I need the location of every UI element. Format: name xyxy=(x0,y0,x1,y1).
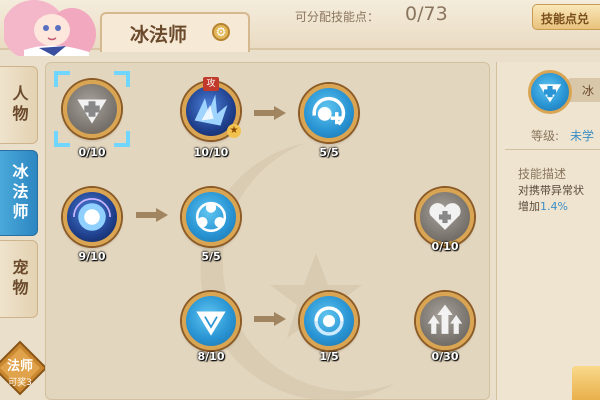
arrow-right-icon xyxy=(254,312,286,326)
triple-arrow-up-icon xyxy=(427,304,463,334)
skill-description-line: 对携带异常状 xyxy=(518,184,584,197)
skill-count: 0/30 xyxy=(431,350,459,363)
skill-description-prefix: 增加 xyxy=(518,200,540,213)
skill-points-exchange-button[interactable]: 技能点兑 xyxy=(532,4,600,30)
skill-level-label: 等级: xyxy=(531,129,560,143)
whirl-orb-icon xyxy=(314,306,344,336)
ice-shield-icon xyxy=(196,311,226,336)
skill-count: 0/10 xyxy=(431,240,459,253)
skill-count: 8/10 xyxy=(197,350,225,363)
skill-node-orb-cluster[interactable] xyxy=(182,188,240,246)
tab-pet-label: 宠物 xyxy=(9,259,29,299)
selected-skill-icon xyxy=(528,70,572,114)
skill-node-whirl-orb[interactable] xyxy=(300,292,358,350)
divider xyxy=(505,149,600,150)
skill-node-ice-shield[interactable] xyxy=(182,292,240,350)
star-badge-icon: ★ xyxy=(227,124,241,138)
skill-node-triple-arrow[interactable] xyxy=(416,292,474,350)
arrow-right-icon xyxy=(254,106,286,120)
tab-pet[interactable]: 宠物 xyxy=(0,240,38,318)
skill-count: 9/10 xyxy=(78,250,106,263)
class-name: 冰法师 xyxy=(130,24,188,46)
skill-count: 5/5 xyxy=(319,146,339,159)
skill-node-orbit[interactable] xyxy=(300,84,358,142)
skill-count: 0/10 xyxy=(78,146,106,159)
skill-node-heal-shield[interactable] xyxy=(63,80,121,138)
skill-level-value: 未学 xyxy=(570,129,595,143)
tab-character-label: 人物 xyxy=(9,85,29,125)
orbit-plus-icon xyxy=(312,96,346,126)
skill-node-energy-orb[interactable] xyxy=(63,188,121,246)
orb-cluster-icon xyxy=(195,201,227,233)
skill-count: 5/5 xyxy=(201,250,221,263)
skill-detail-name: 冰 xyxy=(568,78,600,102)
character-avatar[interactable] xyxy=(4,0,104,56)
class-settings-icon[interactable]: ⚙ xyxy=(212,23,230,41)
attack-tag: 攻 xyxy=(203,77,219,91)
heart-plus-icon xyxy=(429,203,461,230)
skill-description-line: 增加1.4% xyxy=(518,198,568,214)
skill-description-value: 1.4% xyxy=(540,200,568,213)
skill-description-title: 技能描述 xyxy=(518,167,567,181)
skill-points-label: 可分配技能点： xyxy=(295,10,380,24)
energy-orb-icon xyxy=(73,198,111,231)
skill-points-value: 0/73 xyxy=(405,3,448,25)
learn-skill-button[interactable] xyxy=(572,366,600,400)
bottom-badge-title: 法师 xyxy=(6,359,33,374)
skill-count: 10/10 xyxy=(193,146,229,159)
tab-ice-mage-label: 冰法师 xyxy=(9,163,29,223)
heart-shield-plus-icon xyxy=(77,99,107,124)
skill-node-heart-heal[interactable] xyxy=(416,188,474,246)
tab-character[interactable]: 人物 xyxy=(0,66,38,144)
bottom-badge-subtitle: 可奖3 xyxy=(8,378,32,388)
tab-ice-mage[interactable]: 冰法师 xyxy=(0,150,38,236)
heart-shield-plus-icon xyxy=(538,84,562,103)
arrow-right-icon xyxy=(136,208,168,222)
skill-count: 1/5 xyxy=(319,350,339,363)
